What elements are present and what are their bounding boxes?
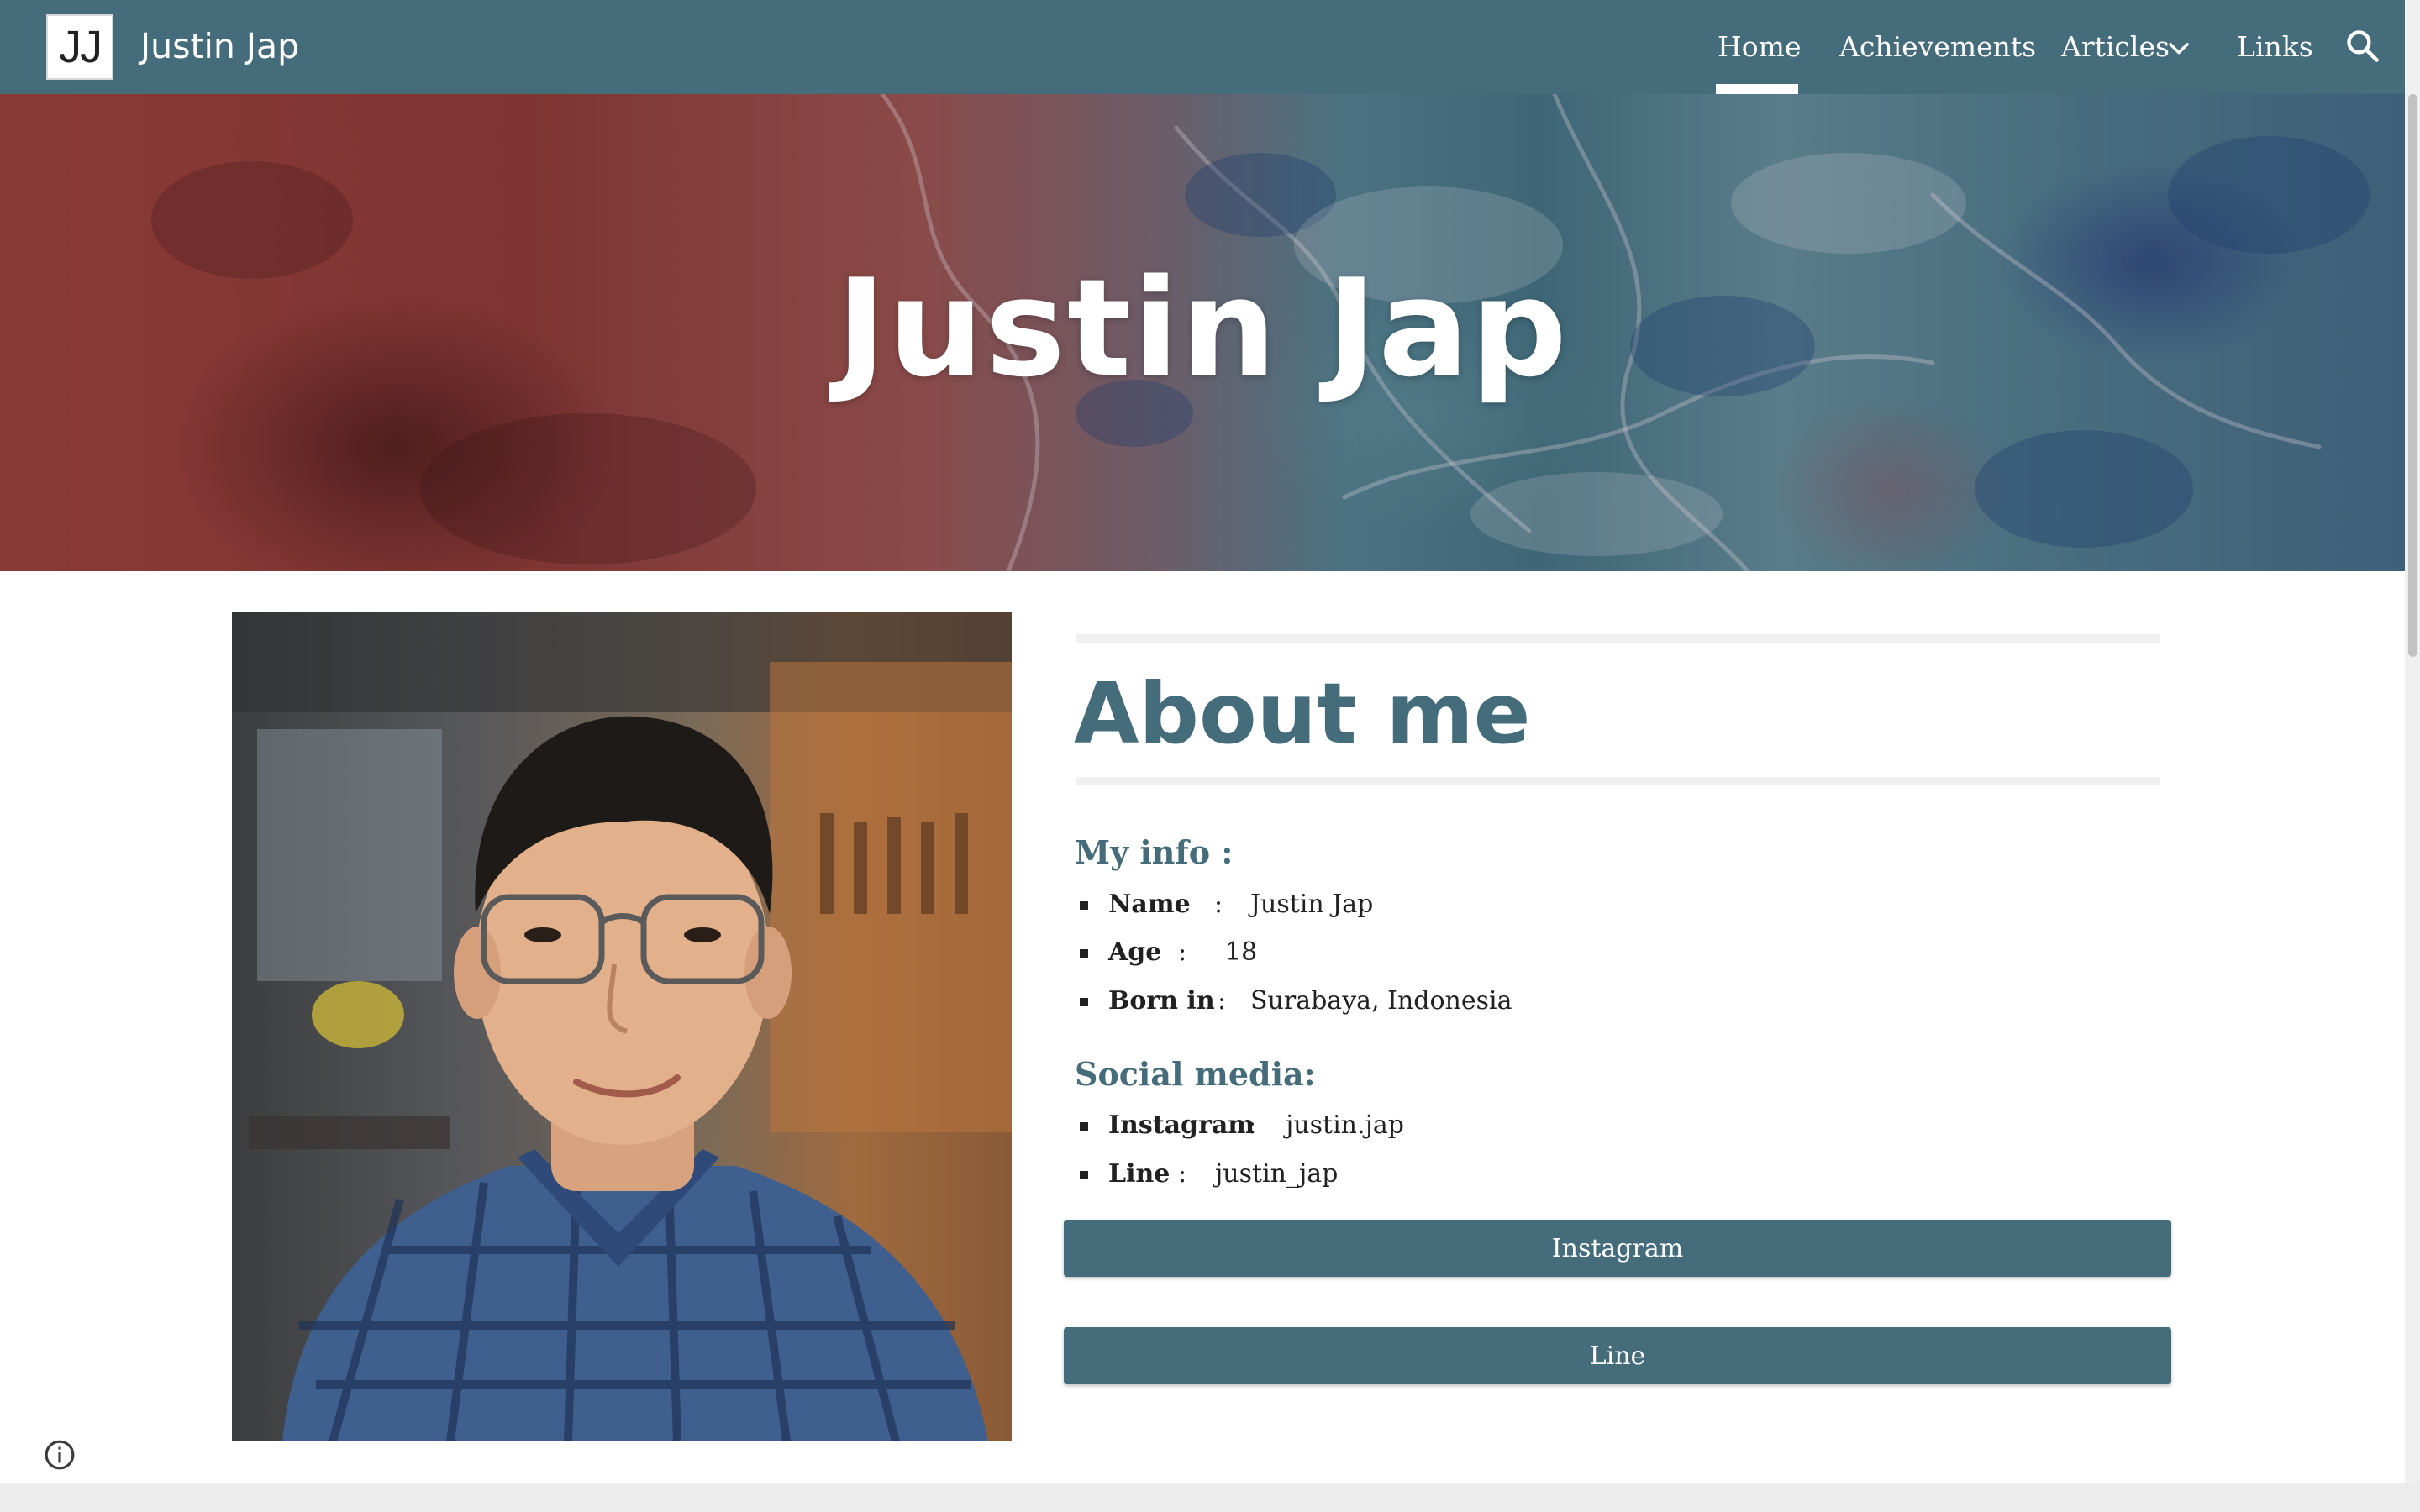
hero-title: Justin Jap: [836, 249, 1569, 407]
profile-photo: [232, 612, 1012, 1441]
info-colon: :: [1178, 1159, 1187, 1189]
search-icon[interactable]: [2344, 28, 2381, 65]
info-label: Line: [1108, 1159, 1171, 1189]
hero-banner: Justin Jap: [0, 94, 2405, 571]
bullet: [1080, 1171, 1088, 1179]
bullet: [1080, 1122, 1088, 1131]
about-heading: About me: [1074, 664, 1531, 763]
scrollbar-thumb[interactable]: [2408, 94, 2417, 657]
site-title[interactable]: Justin Jap: [140, 22, 299, 71]
info-value: Surabaya, Indonesia: [1250, 986, 1512, 1016]
info-colon: :: [1214, 890, 1223, 919]
bullet: [1080, 901, 1088, 910]
info-icon[interactable]: [44, 1439, 76, 1471]
nav-item-achievements[interactable]: Achievements: [1839, 25, 2036, 69]
info-colon: :: [1218, 986, 1227, 1016]
info-value: justin.jap: [1286, 1110, 1404, 1140]
chevron-down-icon[interactable]: [2165, 34, 2193, 62]
social-media-heading: Social media:: [1075, 1055, 1316, 1093]
info-label: Born in: [1108, 986, 1215, 1016]
bullet: [1080, 949, 1088, 958]
info-value: Justin Jap: [1250, 890, 1374, 919]
info-colon: :: [1248, 1110, 1257, 1140]
info-value: justin_jap: [1215, 1159, 1339, 1189]
nav-item-articles[interactable]: Articles: [2061, 25, 2170, 69]
bottom-strip: [0, 1483, 2420, 1512]
info-colon: :: [1178, 937, 1187, 967]
my-info-heading: My info :: [1075, 833, 1234, 871]
profile-photo-illustration: [232, 612, 1012, 1441]
info-label: Name: [1108, 890, 1191, 919]
info-label: Instagram: [1108, 1110, 1255, 1140]
info-label: Age: [1108, 937, 1162, 967]
info-value: 18: [1225, 937, 1258, 967]
nav-item-links[interactable]: Links: [2237, 25, 2313, 69]
logo-text: JJ: [59, 22, 103, 72]
active-nav-indicator: [1716, 84, 1798, 94]
instagram-button[interactable]: Instagram: [1064, 1220, 2171, 1277]
divider-bottom: [1076, 777, 2160, 785]
bullet: [1080, 998, 1088, 1006]
line-button[interactable]: Line: [1064, 1327, 2171, 1384]
divider-top: [1076, 634, 2160, 643]
site-logo[interactable]: JJ: [46, 14, 113, 80]
nav-item-home[interactable]: Home: [1718, 25, 1801, 69]
top-navigation-bar: JJ Justin Jap Home Achievements Articles…: [0, 0, 2405, 94]
